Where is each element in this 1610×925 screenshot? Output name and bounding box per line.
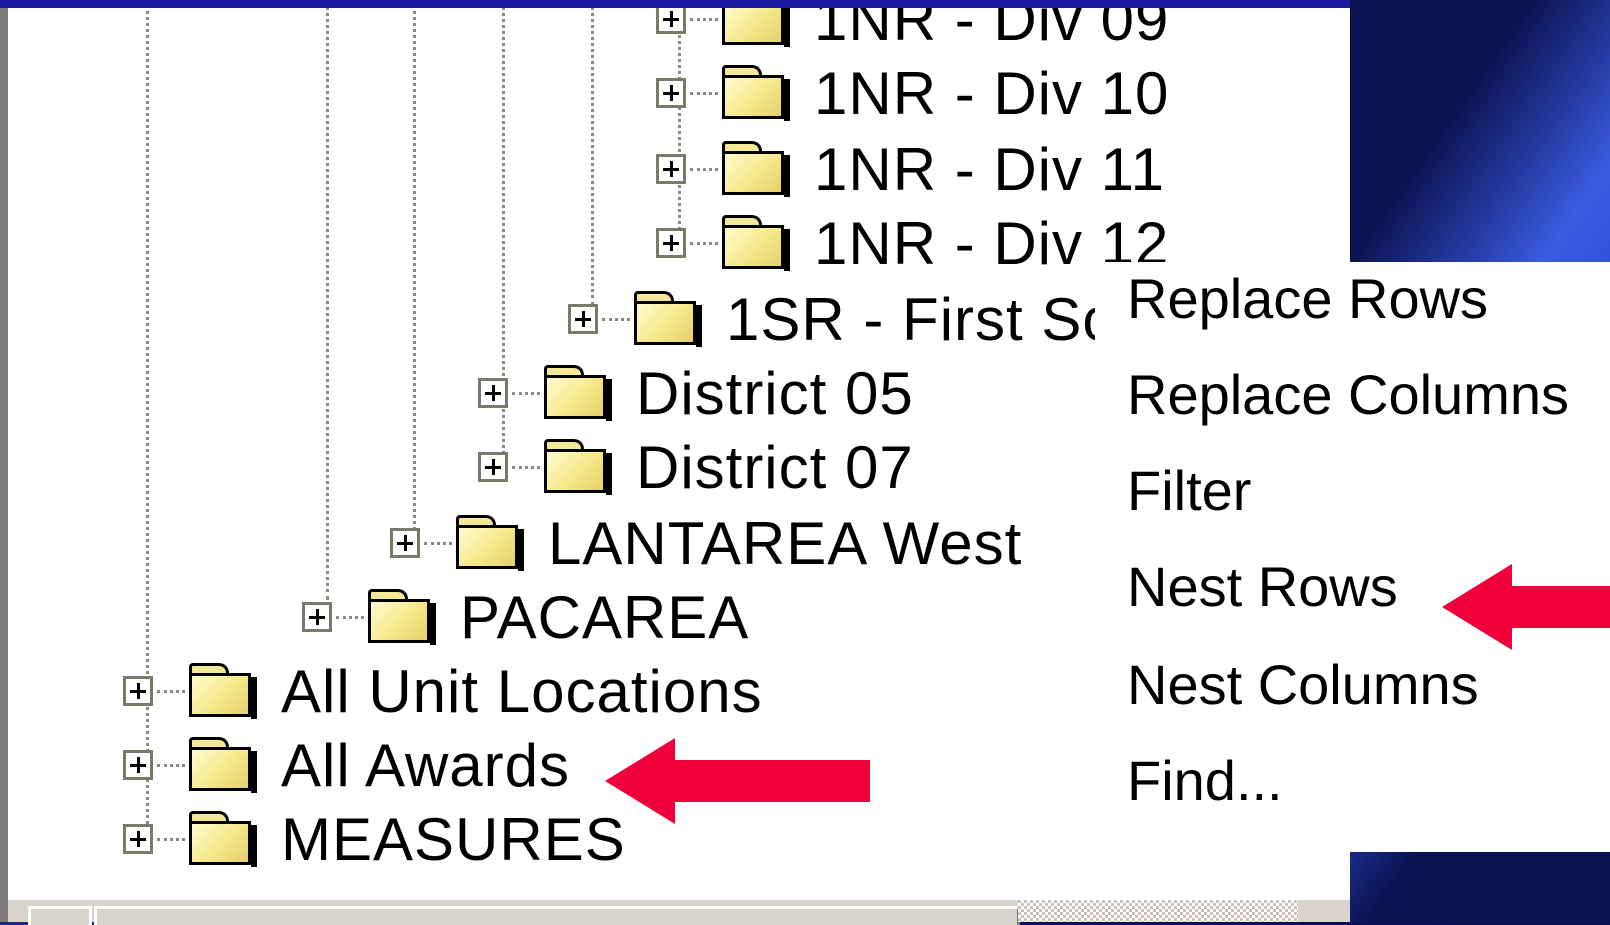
expand-icon[interactable] [390, 528, 420, 558]
tree-node-label: 1NR - Div 09 [814, 8, 1170, 53]
folder-icon [544, 365, 612, 421]
menu-item-nest-rows[interactable]: Nest Rows [1127, 554, 1398, 619]
tree-node[interactable]: 1NR - Div 12 [656, 208, 1169, 278]
horizontal-scrollbar[interactable] [8, 900, 1350, 925]
menu-item-replace-rows[interactable]: Replace Rows [1127, 266, 1488, 331]
expand-icon[interactable] [123, 824, 153, 854]
scrollbar-track[interactable] [1018, 900, 1298, 922]
folder-icon [722, 215, 790, 271]
folder-icon [722, 65, 790, 121]
folder-icon [189, 663, 257, 719]
arrow-icon [605, 738, 870, 824]
tree-node[interactable]: 1NR - Div 11 [656, 134, 1165, 204]
menu-item-replace-columns[interactable]: Replace Columns [1127, 362, 1569, 427]
folder-icon [189, 737, 257, 793]
expand-icon[interactable] [656, 8, 686, 34]
tree-node-label: 1SR - First Sc [726, 285, 1114, 353]
folder-icon [368, 589, 436, 645]
folder-icon [634, 291, 702, 347]
expand-icon[interactable] [656, 228, 686, 258]
tree-guide-line [413, 8, 416, 530]
folder-icon [722, 141, 790, 197]
tree-node[interactable]: 1NR - Div 10 [656, 58, 1169, 128]
folder-icon [722, 8, 790, 47]
tree-node-label: All Unit Locations [281, 657, 763, 725]
tree-node[interactable]: All Awards [123, 730, 570, 800]
menu-item-nest-columns[interactable]: Nest Columns [1127, 652, 1479, 717]
tree-node[interactable]: 1NR - Div 09 [656, 8, 1169, 54]
folder-icon [189, 811, 257, 867]
tree-node[interactable]: District 07 [478, 432, 914, 502]
scroll-left-button[interactable] [28, 906, 92, 925]
tree-node[interactable]: LANTAREA West [390, 508, 1022, 578]
expand-icon[interactable] [478, 378, 508, 408]
folder-icon [456, 515, 524, 571]
tree-node-label: All Awards [281, 731, 571, 799]
expand-icon[interactable] [123, 676, 153, 706]
window-top-border [0, 0, 1350, 8]
tree-node[interactable]: District 05 [478, 358, 914, 428]
tree-node-label: MEASURES [281, 805, 626, 873]
tree-node[interactable]: PACAREA [302, 582, 749, 652]
tree-node-label: PACAREA [460, 583, 750, 651]
tree-node-label: 1NR - Div 10 [814, 59, 1170, 127]
tree-node-label: 1NR - Div 11 [814, 135, 1165, 203]
tree-node[interactable]: All Unit Locations [123, 656, 763, 726]
tree-node-label: District 07 [636, 433, 914, 501]
menu-item-find[interactable]: Find... [1127, 748, 1283, 813]
tree-node-label: LANTAREA West [548, 509, 1023, 577]
folder-icon [544, 439, 612, 495]
tree-node[interactable]: 1SR - First Sc [568, 284, 1113, 354]
arrow-icon [1442, 564, 1610, 650]
expand-icon[interactable] [568, 304, 598, 334]
scrollbar-thumb[interactable] [94, 906, 1020, 925]
expand-icon[interactable] [656, 78, 686, 108]
expand-icon[interactable] [302, 602, 332, 632]
tree-node-label: District 05 [636, 359, 914, 427]
tree-node[interactable]: MEASURES [123, 804, 626, 874]
expand-icon[interactable] [478, 452, 508, 482]
expand-icon[interactable] [123, 750, 153, 780]
menu-item-filter[interactable]: Filter [1127, 458, 1251, 523]
tree-guide-line [326, 8, 329, 600]
tree-guide-line [591, 8, 594, 305]
expand-icon[interactable] [656, 154, 686, 184]
context-menu: Replace Rows Replace Columns Filter Nest… [1095, 262, 1610, 852]
